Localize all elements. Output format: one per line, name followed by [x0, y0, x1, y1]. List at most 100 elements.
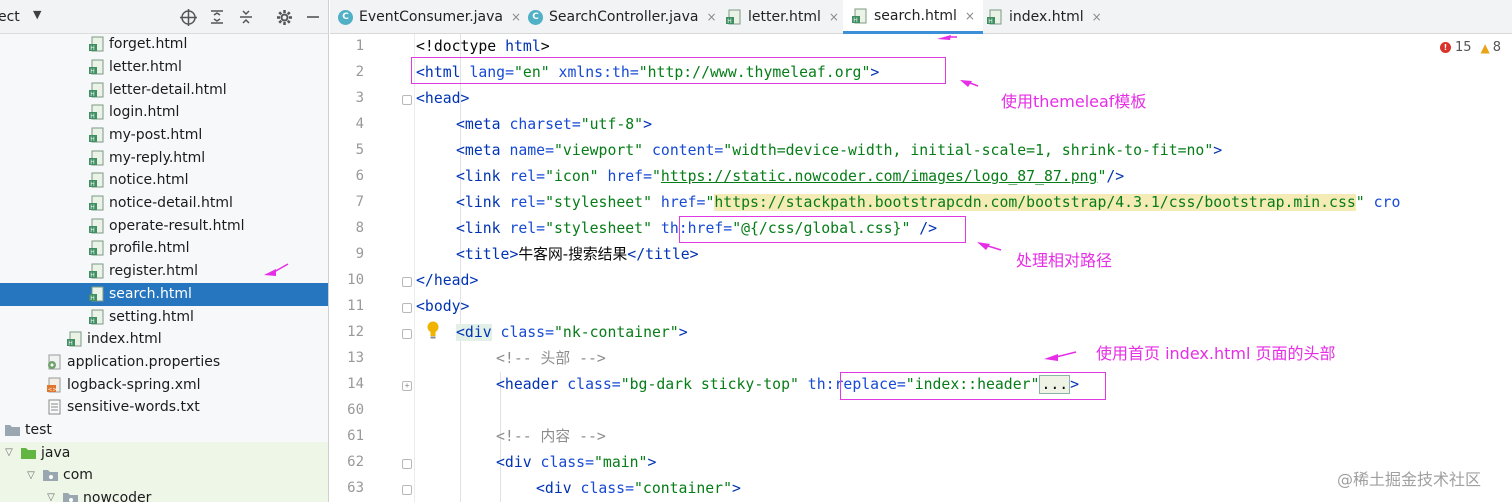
code-line-9: <title>牛客网-搜索结果</title> — [456, 242, 699, 268]
chevron-down-icon[interactable]: ▼ — [33, 8, 41, 21]
svg-text:H: H — [90, 318, 95, 325]
code-line-63: <div class="container"> — [536, 476, 741, 502]
code-token: "utf-8" — [580, 116, 644, 133]
html-file-icon: H — [89, 309, 104, 325]
tree-item-my-post-html[interactable]: H my-post.html — [0, 124, 328, 147]
tree-item-application-properties[interactable]: application.properties — [0, 351, 328, 374]
tree-item-label: letter.html — [109, 59, 182, 76]
chevron-down-icon[interactable]: ▽ — [2, 447, 16, 458]
code-comment: --> — [570, 350, 606, 367]
html-file-icon: H — [726, 9, 741, 25]
annotation-relative-path: 处理相对路径 — [1016, 251, 1113, 270]
tab-searchcontroller-java[interactable]: C SearchController.java × — [528, 0, 717, 34]
fold-marker[interactable] — [402, 303, 412, 313]
fold-expand-marker[interactable]: + — [402, 381, 412, 391]
fold-marker[interactable] — [402, 329, 412, 339]
code-comment: 内容 — [540, 428, 571, 445]
tree-item-notice-html[interactable]: H notice.html — [0, 169, 328, 192]
tree-item-profile-html[interactable]: H profile.html — [0, 237, 328, 260]
fold-marker[interactable] — [402, 277, 412, 287]
close-icon[interactable]: × — [1092, 10, 1102, 24]
code-token: > — [1213, 142, 1223, 159]
code-url[interactable]: https://stackpath.bootstrapcdn.com/boots… — [714, 194, 1356, 211]
tree-item-my-reply-html[interactable]: H my-reply.html — [0, 147, 328, 170]
highlight-box-th-replace — [840, 372, 1106, 400]
chevron-down-icon[interactable]: ▽ — [24, 470, 38, 481]
chevron-down-icon[interactable]: ▽ — [44, 492, 58, 502]
tree-item-nowcoder-package[interactable]: ▽ nowcoder — [0, 486, 328, 502]
gear-icon[interactable] — [273, 6, 295, 28]
tree-item-letter-detail-html[interactable]: H letter-detail.html — [0, 79, 328, 102]
tab-letter-html[interactable]: H letter.html × — [725, 0, 839, 34]
code-token: " — [1355, 194, 1365, 211]
tree-item-notice-detail-html[interactable]: H notice-detail.html — [0, 192, 328, 215]
folder-icon — [21, 447, 36, 459]
line-number: 13 — [347, 350, 364, 366]
code-comment: 头部 — [540, 350, 571, 367]
code-token: rel= — [500, 168, 546, 185]
code-token: rel= — [500, 220, 546, 237]
code-token: class= — [531, 454, 594, 471]
collapse-all-icon[interactable] — [235, 6, 257, 28]
tree-item-label: operate-result.html — [109, 217, 245, 234]
tree-item-test-folder[interactable]: test — [0, 419, 328, 442]
code-token: <meta — [456, 142, 501, 159]
code-token: rel= — [500, 194, 546, 211]
inspection-widget[interactable]: ! 15 ▲ 8 — [1440, 40, 1501, 55]
code-token: <header — [496, 376, 559, 393]
tab-eventconsumer-java[interactable]: C EventConsumer.java × — [338, 0, 521, 34]
tree-item-search-html[interactable]: H search.html — [0, 283, 328, 306]
close-icon[interactable]: × — [829, 10, 839, 24]
expand-all-icon[interactable] — [206, 6, 228, 28]
tree-item-java-folder[interactable]: ▽ java — [0, 441, 328, 465]
watermark: @稀土掘金技术社区 — [1337, 470, 1482, 489]
tree-item-index-html[interactable]: H index.html — [0, 328, 328, 351]
close-icon[interactable]: × — [965, 9, 975, 23]
tree-item-operate-result-html[interactable]: H operate-result.html — [0, 215, 328, 238]
text-file-icon — [48, 399, 61, 415]
code-token: <div — [496, 454, 532, 471]
svg-text:H: H — [90, 227, 95, 234]
close-icon[interactable]: × — [706, 10, 716, 24]
code-editor[interactable]: <!doctype html> <html lang="en" xmlns:th… — [416, 34, 1512, 502]
fold-marker[interactable] — [402, 485, 412, 495]
code-token: <meta — [456, 116, 501, 133]
fold-marker[interactable] — [402, 95, 412, 105]
tree-item-setting-html[interactable]: H setting.html — [0, 306, 328, 329]
code-token: "stylesheet" — [545, 194, 652, 211]
tree-item-label: notice-detail.html — [109, 195, 233, 212]
project-panel-title[interactable]: ect — [0, 9, 20, 25]
java-class-icon: C — [528, 9, 543, 25]
code-token: "nk-container" — [554, 324, 679, 341]
code-token: charset= — [500, 116, 581, 133]
tree-item-letter-html[interactable]: H letter.html — [0, 56, 328, 79]
highlight-box-th-href — [679, 216, 966, 243]
tab-index-html[interactable]: H index.html × — [986, 0, 1102, 34]
code-line-11: <body> — [416, 294, 469, 320]
line-number: 1 — [355, 38, 364, 54]
highlight-box-xmlns — [411, 57, 946, 84]
minimize-icon[interactable] — [302, 6, 324, 28]
line-number: 9 — [355, 246, 364, 262]
tree-item-sensitive-words-txt[interactable]: sensitive-words.txt — [0, 396, 328, 419]
tab-search-html[interactable]: H search.html × — [843, 0, 983, 34]
tree-item-logback-spring-xml[interactable]: <> logback-spring.xml — [0, 374, 328, 397]
tree-item-login-html[interactable]: H login.html — [0, 101, 328, 124]
code-token: > — [643, 116, 653, 133]
tree-item-label: login.html — [109, 104, 180, 121]
code-token: "container" — [634, 480, 732, 497]
close-icon[interactable]: × — [511, 10, 521, 24]
code-token: <head> — [416, 90, 470, 107]
code-token: href= — [598, 168, 652, 185]
fold-marker[interactable] — [402, 459, 412, 469]
tree-item-forget-html[interactable]: H forget.html — [0, 33, 328, 56]
tree-item-com-package[interactable]: ▽ com — [0, 464, 328, 487]
code-url[interactable]: https://static.nowcoder.com/images/logo_… — [661, 168, 1098, 185]
code-line-10: </head> — [416, 268, 478, 294]
code-token: > — [540, 38, 550, 55]
line-number: 61 — [347, 428, 364, 444]
locate-icon[interactable] — [177, 6, 199, 28]
annotation-arrow-icon — [937, 35, 957, 40]
html-file-icon: H — [89, 218, 104, 234]
svg-text:H: H — [90, 249, 95, 256]
